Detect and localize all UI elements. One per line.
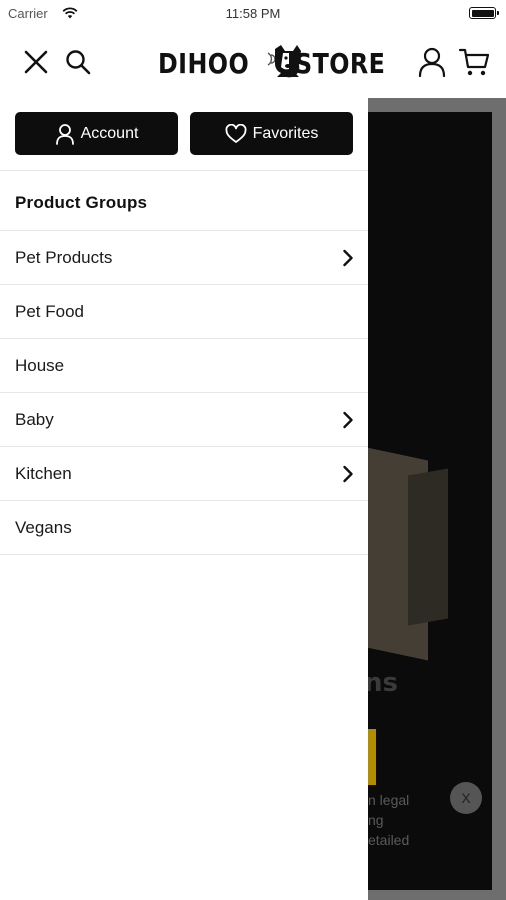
product-group-list: Pet Products Pet Food House Baby Kitchen Vega…: [0, 230, 368, 555]
hero-accent-bar: [368, 729, 376, 785]
close-icon: [24, 50, 48, 74]
cookie-line-1: n legal: [368, 792, 410, 808]
account-button-label: Account: [80, 124, 139, 142]
menu-item-pet-food[interactable]: Pet Food: [0, 285, 368, 339]
clock: 11:58 PM: [225, 6, 281, 21]
favorites-button[interactable]: Favorites: [190, 112, 353, 155]
status-bar: Carrier 11:58 PM: [0, 0, 506, 28]
menu-item-label: Pet Food: [15, 301, 84, 321]
store-logo[interactable]: DIHOO STORE: [158, 44, 401, 81]
logo-text-left: DIHOO: [158, 46, 250, 80]
user-icon: [55, 123, 75, 145]
favorites-button-label: Favorites: [252, 124, 319, 142]
section-title: Product Groups: [15, 193, 148, 212]
menu-item-vegans[interactable]: Vegans: [0, 501, 368, 555]
account-header-button[interactable]: [416, 46, 448, 78]
chevron-right-icon: [342, 465, 354, 483]
close-menu-button[interactable]: [20, 46, 52, 78]
menu-item-label: Pet Products: [15, 247, 113, 267]
cookie-line-2: ng: [368, 812, 384, 828]
app-header: DIHOO STORE: [0, 28, 506, 98]
menu-item-label: Kitchen: [15, 463, 72, 483]
hero-heading: ns: [368, 668, 398, 698]
heart-icon: [225, 123, 247, 144]
cookie-notice-text: n legal ng etailed: [368, 790, 409, 850]
divider: [0, 170, 368, 171]
menu-item-label: Vegans: [15, 517, 72, 537]
chevron-right-icon: [342, 411, 354, 429]
menu-item-label: House: [15, 355, 65, 375]
menu-item-pet-products[interactable]: Pet Products: [0, 231, 368, 285]
cookie-line-3: etailed: [368, 832, 410, 848]
user-icon: [418, 47, 446, 78]
account-button[interactable]: Account: [15, 112, 178, 155]
cart-icon: [458, 48, 490, 76]
cart-button[interactable]: [458, 46, 490, 78]
menu-item-baby[interactable]: Baby: [0, 393, 368, 447]
chevron-right-icon: [342, 249, 354, 267]
cookie-close-button[interactable]: X: [450, 782, 482, 814]
drawer-top-buttons: Account Favorites: [15, 112, 353, 156]
menu-item-kitchen[interactable]: Kitchen: [0, 447, 368, 501]
hero-banner: ns n legal ng etailed X: [368, 112, 492, 890]
side-menu-drawer: Account Favorites Product Groups Pet Pro…: [0, 98, 368, 900]
hero-product-shadow: [408, 468, 448, 626]
menu-item-label: Baby: [15, 409, 54, 429]
battery-icon: [469, 7, 499, 19]
menu-item-house[interactable]: House: [0, 339, 368, 393]
search-button[interactable]: [62, 46, 94, 78]
logo-text-right: STORE: [295, 46, 386, 80]
search-icon: [66, 50, 91, 75]
